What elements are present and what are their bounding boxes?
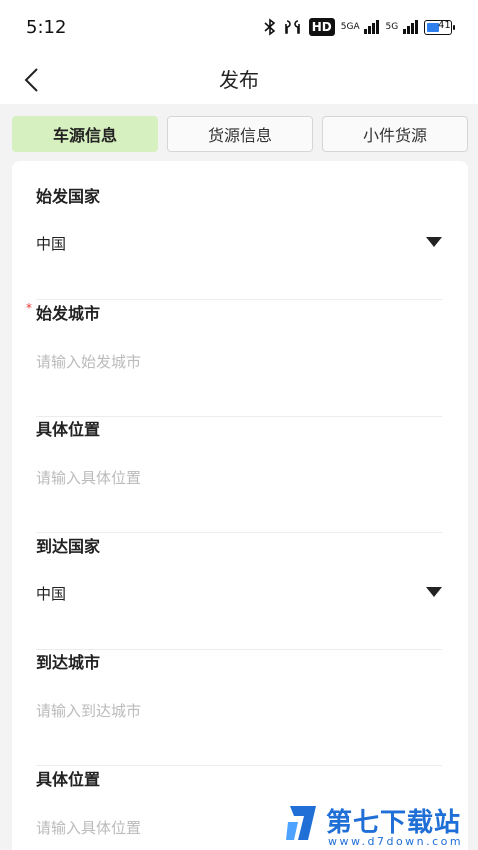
watermark: 第七下载站 www.d7down.com xyxy=(286,800,474,850)
status-bar: 5:12 HD 5GA 5G 41 xyxy=(0,0,478,56)
tab-vehicle-source[interactable]: 车源信息 xyxy=(12,116,158,152)
page-title: 发布 xyxy=(219,68,259,92)
tab-small-cargo[interactable]: 小件货源 xyxy=(322,116,468,152)
status-time: 5:12 xyxy=(26,17,67,38)
category-tabs: 车源信息 货源信息 小件货源 xyxy=(12,116,468,152)
caret-down-icon[interactable] xyxy=(426,587,442,597)
origin-city-input[interactable] xyxy=(36,350,442,374)
field-label: 始发国家 xyxy=(36,187,101,206)
origin-country-value[interactable]: 中国 xyxy=(36,233,66,254)
battery-level: 41 xyxy=(438,19,451,31)
field-label: 到达国家 xyxy=(36,537,101,556)
destination-country-value[interactable]: 中国 xyxy=(36,583,66,604)
status-icons: HD 5GA 5G 41 xyxy=(263,18,455,36)
field-label: 具体位置 xyxy=(36,420,101,439)
bluetooth-icon xyxy=(263,18,277,36)
caret-down-icon[interactable] xyxy=(426,237,442,247)
hd-icon: HD xyxy=(308,18,335,36)
signal-5ga-label: 5GA xyxy=(340,22,360,32)
field-label: 具体位置 xyxy=(36,770,101,789)
watermark-logo-icon xyxy=(286,806,316,840)
signal-5g-label: 5G xyxy=(385,22,399,32)
battery-icon: 41 xyxy=(424,19,455,35)
required-mark: * xyxy=(26,301,32,315)
signal-5g-icon: 5G xyxy=(385,18,418,36)
field-label: 到达城市 xyxy=(36,653,101,672)
watermark-name: 第七下载站 xyxy=(326,808,462,838)
form-card: 始发国家 中国 * 始发城市 具体位置 到达国家 中国 到达城市 具体位置 xyxy=(12,161,468,850)
field-label: 始发城市 xyxy=(36,304,101,323)
tab-cargo-source[interactable]: 货源信息 xyxy=(167,116,313,152)
destination-city-input[interactable] xyxy=(36,699,442,723)
nav-bar: 发布 xyxy=(0,56,478,104)
earbuds-icon xyxy=(283,18,303,36)
origin-location-input[interactable] xyxy=(36,466,442,490)
signal-5ga-icon: 5GA xyxy=(341,18,380,36)
watermark-url: www.d7down.com xyxy=(328,835,464,848)
